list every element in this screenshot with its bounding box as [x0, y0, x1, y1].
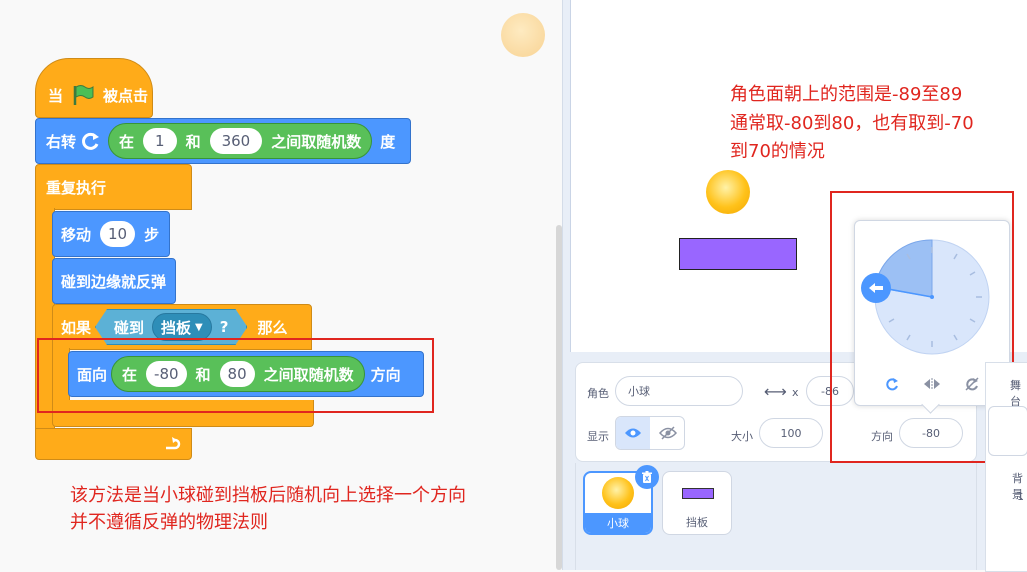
eye-slash-icon	[659, 426, 677, 440]
touching-target-dropdown[interactable]: 挡板 ▼	[152, 313, 212, 341]
rotate-right-icon	[82, 132, 100, 150]
ball-thumbnail	[602, 477, 634, 509]
turn-right-block[interactable]: 右转 在 1 和 360 之间取随机数 度	[35, 118, 411, 164]
sprite-preview-faint	[501, 13, 545, 57]
backdrop-count: 1	[1017, 490, 1024, 503]
annotation-bottom-line1: 该方法是当小球碰到挡板后随机向上选择一个方向	[70, 485, 466, 506]
annotation-top-line1: 角色面朝上的范围是-89至89	[730, 84, 963, 105]
delete-sprite-button[interactable]	[635, 465, 659, 489]
forever-block[interactable]: 重复执行	[35, 164, 192, 210]
if-label: 如果	[61, 318, 92, 337]
random-suffix-label: 之间取随机数	[271, 132, 362, 151]
touching-label: 碰到	[114, 318, 145, 337]
move-label: 移动	[61, 225, 92, 244]
random-and-label: 和	[185, 132, 201, 151]
sprite-thumb-paddle-name: 挡板	[686, 516, 708, 529]
highlight-point-block	[37, 338, 434, 413]
random-operator-turn[interactable]: 在 1 和 360 之间取随机数	[108, 123, 373, 159]
touching-question: ?	[219, 318, 229, 336]
loop-arrow-icon	[166, 437, 181, 450]
sprite-name-label: 角色	[587, 387, 609, 400]
show-label: 显示	[587, 430, 609, 443]
annotation-top-line2: 通常取-80到80，也有取到-70	[730, 113, 974, 134]
show-toggle-group	[615, 416, 685, 450]
bounce-on-edge-block[interactable]: 碰到边缘就反弹	[52, 258, 176, 304]
ball-sprite[interactable]	[706, 170, 750, 214]
move-unit-label: 步	[144, 225, 160, 244]
random-min-input[interactable]: 1	[143, 128, 177, 154]
move-steps-block[interactable]: 移动 10 步	[52, 211, 170, 257]
random-in-label: 在	[119, 132, 135, 151]
show-visible-button[interactable]	[616, 417, 650, 449]
touching-target-value: 挡板	[161, 318, 192, 337]
stage-label: 舞台	[1010, 379, 1021, 408]
hat-when-label: 当	[48, 86, 64, 105]
trash-icon	[642, 470, 652, 483]
size-label: 大小	[731, 430, 753, 443]
x-label: x	[792, 386, 799, 399]
annotation-bottom-line2: 并不遵循反弹的物理法则	[70, 512, 268, 533]
paddle-sprite[interactable]	[679, 238, 797, 270]
forever-bottom[interactable]	[35, 428, 192, 460]
hat-clicked-label: 被点击	[102, 86, 148, 105]
then-label: 那么	[257, 318, 288, 337]
move-steps-input[interactable]: 10	[100, 221, 136, 247]
eye-icon	[625, 428, 641, 438]
chevron-down-icon: ▼	[195, 321, 203, 333]
size-input[interactable]: 100	[759, 418, 823, 448]
turn-label: 右转	[46, 132, 77, 151]
annotation-top-line3: 到70的情况	[730, 141, 825, 162]
when-flag-clicked-block[interactable]: 当 被点击	[35, 58, 153, 118]
forever-label: 重复执行	[46, 178, 107, 197]
show-hidden-button[interactable]	[651, 417, 684, 449]
backdrop-thumbnail[interactable]	[988, 406, 1027, 456]
green-flag-icon	[73, 85, 94, 105]
turn-unit-label: 度	[380, 132, 396, 151]
sprite-name-input[interactable]: 小球	[615, 376, 743, 406]
bounce-label: 碰到边缘就反弹	[61, 272, 167, 291]
x-position-icon: ⟷	[764, 382, 787, 401]
paddle-thumbnail	[682, 488, 714, 499]
sprite-thumb-ball-name: 小球	[585, 513, 651, 533]
random-max-input[interactable]: 360	[209, 128, 263, 154]
sprite-thumb-paddle[interactable]: 挡板	[662, 471, 732, 535]
